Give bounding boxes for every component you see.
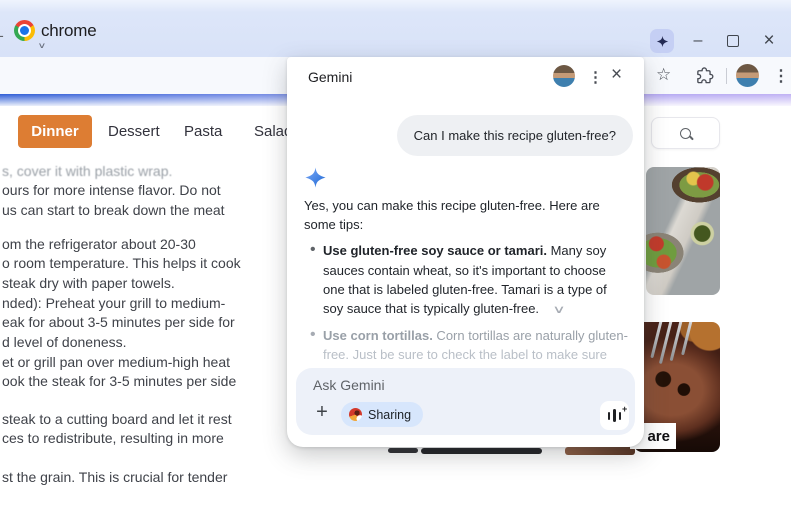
bookmark-star-icon[interactable]: ☆ (656, 65, 671, 85)
recipe-paragraph: steak to a cutting board and let it rest… (2, 410, 294, 449)
occluded-text-fragment (421, 448, 542, 454)
occluded-image-fragment (565, 447, 635, 455)
bullet-text: Corn tortillas are naturally gluten- (433, 328, 628, 343)
tab-chevron-icon[interactable]: ∨ (38, 41, 47, 50)
recipe-paragraph: et or grill pan over medium-high heat oo… (2, 353, 294, 392)
minimize-button[interactable]: – (686, 29, 710, 53)
recipe-paragraph: om the refrigerator about 20-30 o room t… (2, 235, 294, 293)
user-message-bubble: Can I make this recipe gluten-free? (397, 115, 633, 156)
gemini-panel: Gemini ⋮ × Can I make this recipe gluten… (287, 57, 644, 447)
sharing-eye-icon (349, 408, 362, 421)
gemini-panel-title: Gemini (308, 69, 352, 85)
response-line: some tips: (304, 215, 640, 234)
bullet-bold-text: Use gluten-free soy sauce or tamari. (323, 243, 547, 258)
close-window-button[interactable]: × (757, 29, 781, 53)
tab-pasta[interactable]: Pasta (184, 115, 222, 148)
gemini-account-avatar[interactable] (553, 65, 575, 87)
recipe-line: ces to redistribute, resulting in more (2, 429, 294, 448)
tab-dessert[interactable]: Dessert (108, 115, 160, 148)
recipe-line: ours for more intense flavor. Do not (2, 181, 294, 200)
recipe-line: us can start to break down the meat (2, 201, 294, 220)
expand-chevron-icon[interactable]: ∨ (552, 301, 566, 320)
chrome-logo-center (18, 24, 31, 37)
fork-tine (681, 322, 692, 355)
tab-title[interactable]: chrome (41, 21, 97, 41)
recipe-line: o room temperature. This helps it cook (2, 254, 294, 273)
maximize-icon (727, 35, 739, 47)
sparkle-button[interactable] (650, 29, 674, 53)
gemini-input-placeholder[interactable]: Ask Gemini (313, 377, 385, 393)
browser-menu-icon[interactable]: ⋮ (773, 66, 789, 86)
bullet-text: soy sauce that is typically gluten-free. (323, 301, 539, 316)
voice-input-button[interactable]: + (600, 401, 629, 430)
window-titlebar: + chrome ∨ – × (0, 0, 791, 57)
recipe-line: om the refrigerator about 20-30 (2, 235, 294, 254)
response-line: Yes, you can make this recipe gluten-fre… (304, 196, 640, 215)
chrome-logo-icon (14, 20, 35, 41)
recipe-line: nded): Preheat your grill to medium- (2, 294, 294, 313)
voice-input-icon: + (608, 408, 622, 423)
recipe-paragraph: s, cover it with plastic wrap. ours for … (2, 162, 294, 220)
recipe-line: steak dry with paper towels. (2, 274, 294, 293)
search-icon (680, 128, 691, 139)
gemini-input-area[interactable]: Ask Gemini + Sharing + (296, 368, 635, 435)
response-bullet-2: Use corn tortillas. Corn tortillas are n… (304, 326, 640, 364)
voice-sparkle-icon: + (622, 404, 627, 414)
new-tab-icon[interactable]: + (0, 27, 4, 47)
add-attachment-button[interactable]: + (311, 401, 333, 423)
recipe-paragraph: nded): Preheat your grill to medium- eak… (2, 294, 294, 352)
bullet-text: one that is labeled gluten-free. Tamari … (323, 280, 640, 299)
recipe-line: s, cover it with plastic wrap. (2, 162, 294, 181)
sharing-chip[interactable]: Sharing (341, 402, 423, 427)
screen: + chrome ∨ – × ☆ ⋮ Dinner Dessert P (0, 0, 791, 509)
extensions-icon[interactable] (695, 66, 714, 90)
occluded-text-fragment (388, 448, 418, 453)
gemini-menu-icon[interactable]: ⋮ (588, 68, 603, 86)
fork-tine (670, 322, 683, 361)
recipe-line: et or grill pan over medium-high heat (2, 353, 294, 372)
bullet-text: free. Just be sure to check the label to… (323, 345, 640, 364)
tab-dinner[interactable]: Dinner (18, 115, 92, 148)
profile-avatar[interactable] (736, 64, 759, 87)
bullet-text: sauces contain wheat, so it's important … (323, 261, 640, 280)
bullet-text: Many soy (547, 243, 606, 258)
recipe-paragraph: st the grain. This is crucial for tender (2, 468, 294, 487)
sparkle-icon (656, 35, 669, 48)
gemini-response: Yes, you can make this recipe gluten-fre… (304, 196, 640, 365)
recipe-line: st the grain. This is crucial for tender (2, 468, 294, 487)
recipe-line: d level of doneness. (2, 333, 294, 352)
toolbar-separator (726, 68, 727, 84)
gemini-close-icon[interactable]: × (611, 64, 622, 86)
recipe-line: steak to a cutting board and let it rest (2, 410, 294, 429)
maximize-button[interactable] (721, 29, 745, 53)
gemini-sparkle-icon (304, 166, 327, 194)
bullet-bold-text: Use corn tortillas. (323, 328, 433, 343)
response-bullet-1: Use gluten-free soy sauce or tamari. Man… (304, 241, 640, 320)
sharing-chip-label: Sharing (368, 408, 411, 422)
salad-image[interactable] (646, 167, 720, 295)
search-box[interactable] (651, 117, 720, 149)
recipe-line: ook the steak for 3-5 minutes per side (2, 372, 294, 391)
recipe-line: eak for about 3-5 minutes per side for (2, 313, 294, 332)
